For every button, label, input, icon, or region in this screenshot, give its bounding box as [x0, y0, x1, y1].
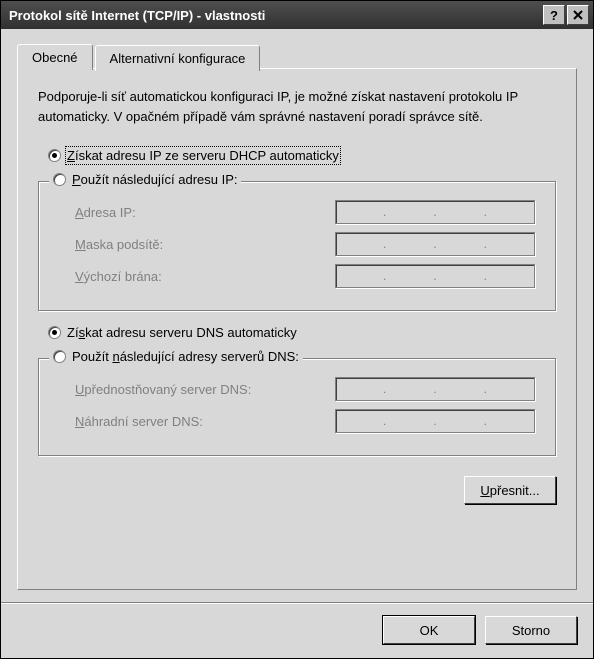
tab-general[interactable]: Obecné — [17, 44, 93, 70]
label-ip-address: Adresa IP: — [75, 205, 335, 220]
radio-row-ip-manual[interactable]: Použít následující adresu IP: — [49, 172, 241, 187]
radio-dns-manual[interactable] — [53, 350, 66, 363]
input-dns-alternate[interactable]: ... — [335, 409, 535, 433]
radio-ip-auto-label[interactable]: Získat adresu IP ze serveru DHCP automat… — [67, 148, 339, 163]
row-dns-alternate: Náhradní server DNS: ... — [75, 409, 539, 433]
cancel-label: Storno — [512, 623, 550, 638]
close-button[interactable] — [567, 5, 589, 25]
radio-ip-manual[interactable] — [53, 173, 66, 186]
tabstrip: Obecné Alternativní konfigurace — [17, 43, 577, 69]
tab-general-label: Obecné — [32, 50, 78, 65]
input-default-gateway[interactable]: ... — [335, 264, 535, 288]
radio-dns-auto-label[interactable]: Získat adresu serveru DNS automaticky — [67, 325, 297, 340]
help-button[interactable]: ? — [543, 5, 565, 25]
label-subnet-mask: Maska podsítě: — [75, 237, 335, 252]
row-default-gateway: Výchozí brána: ... — [75, 264, 539, 288]
tcpip-properties-window: Protokol sítě Internet (TCP/IP) - vlastn… — [0, 0, 594, 659]
input-ip-address[interactable]: ... — [335, 200, 535, 224]
titlebar-buttons: ? — [543, 5, 589, 25]
close-icon — [573, 10, 583, 20]
row-ip-address: Adresa IP: ... — [75, 200, 539, 224]
titlebar: Protokol sítě Internet (TCP/IP) - vlastn… — [1, 1, 593, 29]
label-dns-alternate: Náhradní server DNS: — [75, 414, 335, 429]
radio-dns-manual-label[interactable]: Použít následující adresy serverů DNS: — [72, 349, 299, 364]
window-title: Protokol sítě Internet (TCP/IP) - vlastn… — [9, 8, 543, 23]
ok-label: OK — [420, 623, 439, 638]
tabpanel-general: Podporuje-li síť automatickou konfigurac… — [17, 68, 577, 590]
radio-row-dns-auto[interactable]: Získat adresu serveru DNS automaticky — [48, 325, 556, 340]
tab-alternate-label: Alternativní konfigurace — [110, 51, 246, 66]
radio-row-ip-auto[interactable]: Získat adresu IP ze serveru DHCP automat… — [48, 148, 556, 163]
tab-alternate[interactable]: Alternativní konfigurace — [95, 45, 261, 71]
radio-ip-manual-label[interactable]: Použít následující adresu IP: — [72, 172, 237, 187]
input-dns-preferred[interactable]: ... — [335, 377, 535, 401]
radio-row-dns-manual[interactable]: Použít následující adresy serverů DNS: — [49, 349, 303, 364]
advanced-button[interactable]: Upřesnit... — [464, 476, 556, 504]
client-area: Obecné Alternativní konfigurace Podporuj… — [1, 29, 593, 602]
dialog-buttons: OK Storno — [1, 604, 593, 658]
advanced-row: Upřesnit... — [38, 476, 556, 504]
description-text: Podporuje-li síť automatickou konfigurac… — [38, 87, 556, 126]
row-dns-preferred: Upřednostňovaný server DNS: ... — [75, 377, 539, 401]
label-default-gateway: Výchozí brána: — [75, 269, 335, 284]
label-dns-preferred: Upřednostňovaný server DNS: — [75, 382, 335, 397]
ok-button[interactable]: OK — [383, 616, 475, 644]
cancel-button[interactable]: Storno — [485, 616, 577, 644]
ip-manual-group: Použít následující adresu IP: Adresa IP:… — [38, 181, 556, 311]
radio-dns-auto[interactable] — [48, 326, 61, 339]
radio-ip-auto[interactable] — [48, 149, 61, 162]
dns-manual-group: Použít následující adresy serverů DNS: U… — [38, 358, 556, 456]
input-subnet-mask[interactable]: ... — [335, 232, 535, 256]
row-subnet-mask: Maska podsítě: ... — [75, 232, 539, 256]
